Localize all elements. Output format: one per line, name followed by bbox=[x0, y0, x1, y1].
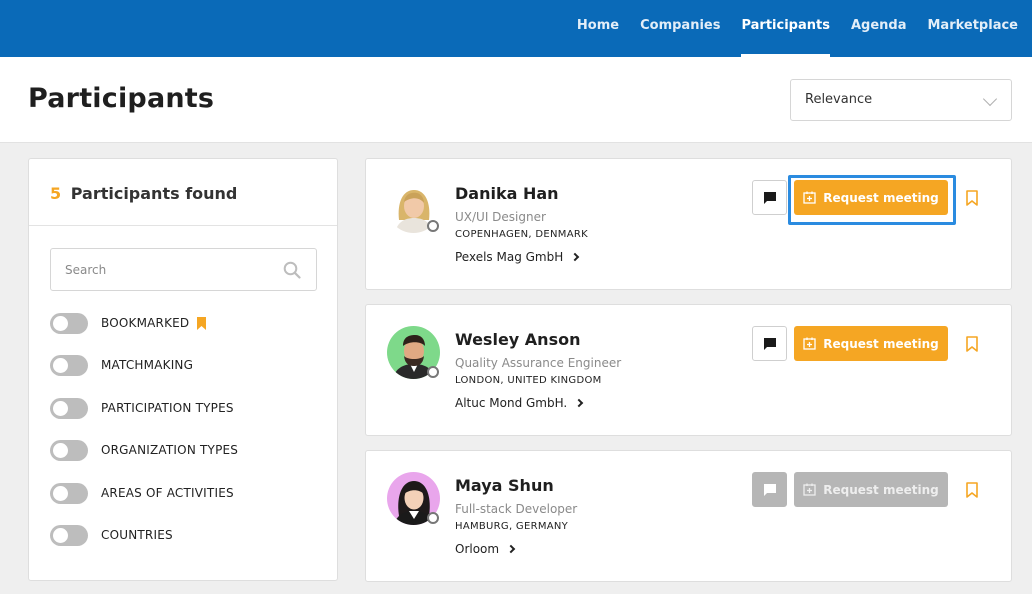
status-indicator bbox=[427, 220, 439, 232]
message-button[interactable] bbox=[752, 326, 787, 361]
sort-dropdown[interactable]: Relevance bbox=[790, 79, 1012, 121]
status-indicator bbox=[427, 366, 439, 378]
request-meeting-label: Request meeting bbox=[823, 336, 939, 351]
organization-types-toggle[interactable] bbox=[50, 439, 88, 461]
participant-company-link[interactable]: Orloom bbox=[455, 542, 516, 556]
participant-card: Maya Shun Full-stack Developer HAMBURG, … bbox=[365, 450, 1012, 582]
nav-marketplace[interactable]: Marketplace bbox=[927, 0, 1018, 57]
chevron-right-icon bbox=[571, 252, 580, 262]
participant-company-link[interactable]: Altuc Mond GmbH. bbox=[455, 396, 584, 410]
filter-label: AREAS OF ACTIVITIES bbox=[101, 486, 234, 500]
bookmark-icon bbox=[197, 316, 207, 330]
filter-areas-of-activities[interactable]: AREAS OF ACTIVITIES bbox=[50, 481, 234, 505]
message-button[interactable] bbox=[752, 180, 787, 215]
chat-icon bbox=[763, 191, 776, 204]
participant-role: Full-stack Developer bbox=[455, 502, 578, 516]
filter-label: BOOKMARKED bbox=[101, 316, 190, 330]
filter-organization-types[interactable]: ORGANIZATION TYPES bbox=[50, 438, 238, 462]
areas-of-activities-toggle[interactable] bbox=[50, 482, 88, 504]
calendar-plus-icon bbox=[803, 483, 816, 496]
filter-countries[interactable]: COUNTRIES bbox=[50, 523, 173, 547]
participant-location: LONDON, UNITED KINGDOM bbox=[455, 375, 602, 386]
chevron-right-icon bbox=[574, 398, 584, 408]
matchmaking-toggle[interactable] bbox=[50, 354, 88, 376]
participant-role: Quality Assurance Engineer bbox=[455, 356, 622, 370]
countries-toggle[interactable] bbox=[50, 524, 88, 546]
company-name: Altuc Mond GmbH. bbox=[455, 396, 568, 410]
participant-company-link[interactable]: Pexels Mag GmbH bbox=[455, 250, 580, 264]
sort-dropdown-value: Relevance bbox=[805, 92, 873, 107]
page-header: Participants Relevance bbox=[0, 57, 1032, 143]
calendar-plus-icon bbox=[803, 337, 816, 350]
results-count-heading: 5 Participants found bbox=[50, 184, 237, 203]
filter-participation-types[interactable]: PARTICIPATION TYPES bbox=[50, 396, 234, 420]
calendar-plus-icon bbox=[803, 191, 816, 204]
nav-agenda[interactable]: Agenda bbox=[851, 0, 907, 57]
filter-label: MATCHMAKING bbox=[101, 358, 194, 372]
message-button[interactable] bbox=[752, 472, 787, 507]
search-input[interactable] bbox=[50, 248, 317, 291]
participant-name[interactable]: Danika Han bbox=[455, 184, 559, 203]
filter-panel: 5 Participants found BOOKMARKED MATCHMAK… bbox=[28, 158, 338, 581]
request-meeting-button[interactable]: Request meeting bbox=[794, 180, 948, 215]
bookmark-icon[interactable] bbox=[966, 190, 978, 206]
company-name: Pexels Mag GmbH bbox=[455, 250, 564, 264]
participant-role: UX/UI Designer bbox=[455, 210, 546, 224]
bookmarked-toggle[interactable] bbox=[50, 312, 88, 334]
participant-name[interactable]: Wesley Anson bbox=[455, 330, 580, 349]
participation-types-toggle[interactable] bbox=[50, 397, 88, 419]
main-nav: Home Companies Participants Agenda Marke… bbox=[556, 0, 1018, 57]
filter-bookmarked[interactable]: BOOKMARKED bbox=[50, 311, 207, 335]
filter-label: COUNTRIES bbox=[101, 528, 173, 542]
request-meeting-button[interactable]: Request meeting bbox=[794, 326, 948, 361]
participant-location: HAMBURG, GERMANY bbox=[455, 521, 569, 532]
bookmark-icon[interactable] bbox=[966, 336, 978, 352]
nav-home[interactable]: Home bbox=[577, 0, 619, 57]
bookmark-icon[interactable] bbox=[966, 482, 978, 498]
request-meeting-label: Request meeting bbox=[823, 482, 939, 497]
participant-card: Danika Han UX/UI Designer COPENHAGEN, DE… bbox=[365, 158, 1012, 290]
search-icon[interactable] bbox=[283, 261, 301, 279]
participant-name[interactable]: Maya Shun bbox=[455, 476, 554, 495]
chevron-down-icon bbox=[982, 91, 998, 107]
request-meeting-button[interactable]: Request meeting bbox=[794, 472, 948, 507]
results-count-label: Participants found bbox=[70, 184, 238, 203]
results-count: 5 bbox=[50, 184, 62, 203]
top-navbar: Home Companies Participants Agenda Marke… bbox=[0, 0, 1032, 57]
filter-matchmaking[interactable]: MATCHMAKING bbox=[50, 353, 193, 377]
nav-participants[interactable]: Participants bbox=[741, 0, 831, 57]
filter-label: ORGANIZATION TYPES bbox=[101, 443, 239, 457]
chat-icon bbox=[763, 337, 776, 350]
company-name: Orloom bbox=[455, 542, 500, 556]
page-title: Participants bbox=[28, 83, 215, 114]
participant-location: COPENHAGEN, DENMARK bbox=[455, 229, 588, 240]
filter-label: PARTICIPATION TYPES bbox=[101, 401, 234, 415]
status-indicator bbox=[427, 512, 439, 524]
chevron-right-icon bbox=[506, 544, 516, 554]
panel-divider bbox=[29, 225, 337, 226]
participant-card: Wesley Anson Quality Assurance Engineer … bbox=[365, 304, 1012, 436]
chat-icon bbox=[763, 483, 776, 496]
request-meeting-label: Request meeting bbox=[823, 190, 939, 205]
nav-companies[interactable]: Companies bbox=[640, 0, 720, 57]
